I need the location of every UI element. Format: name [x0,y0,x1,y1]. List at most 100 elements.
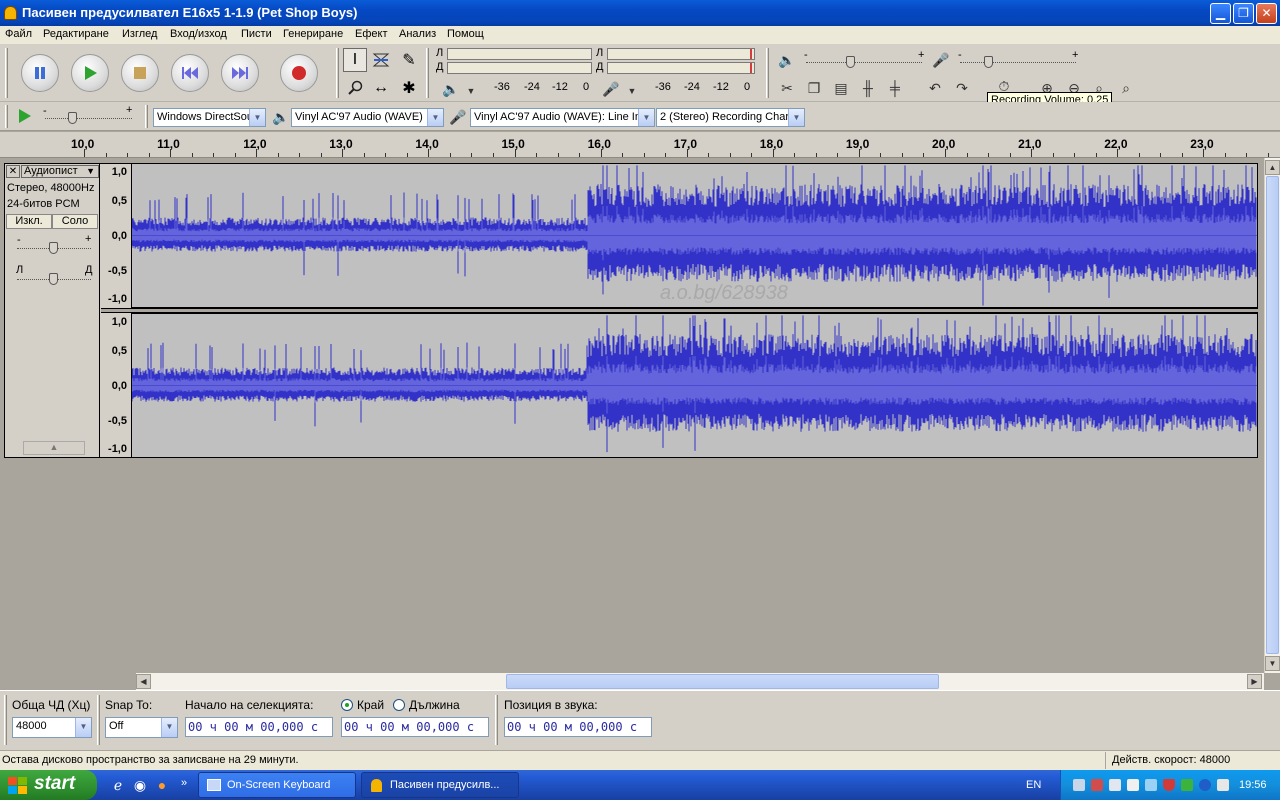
selection-tool-icon[interactable]: I [343,48,367,72]
microphone-meter-icon[interactable]: 🎤 [600,78,622,100]
track-menu-button[interactable]: Аудиопист ▼ [21,165,99,178]
collapse-track-icon[interactable]: ▲ [23,441,85,455]
horizontal-scrollbar[interactable]: ◀ ▶ [136,673,1264,690]
display-icon[interactable] [1109,779,1121,791]
shield-icon[interactable] [1163,779,1175,791]
rec-meter-left[interactable] [607,48,755,60]
minimize-button[interactable]: ▁ [1210,3,1231,24]
skip-end-button[interactable] [221,54,259,92]
scroll-right-icon[interactable]: ▶ [1247,674,1262,689]
rec-meter-dropdown-icon[interactable]: ▼ [621,80,643,102]
volume-tray-icon[interactable] [1145,779,1157,791]
meter-grip[interactable] [426,48,429,98]
stop-button[interactable] [121,54,159,92]
multi-tool-icon[interactable]: ✱ [397,76,421,100]
playback-volume-thumb[interactable] [846,56,855,68]
envelope-tool-icon[interactable] [369,48,393,72]
scroll-down-icon[interactable]: ▼ [1265,656,1280,671]
menu-generate[interactable]: Генериране [283,28,343,40]
play-at-speed-button[interactable] [13,105,35,127]
selection-end-time[interactable]: 00 ч 00 м 00,000 с [341,717,489,737]
timeline-ruler[interactable]: 10,0 11,0 12,0 13,0 14,0 15,0 16,0 17,0 18,0 19,0… [0,132,1280,158]
tools-grip[interactable] [336,48,339,98]
redo-icon[interactable]: ↷ [951,77,973,99]
bluetooth-icon[interactable] [1199,779,1211,791]
play-meter-right[interactable] [447,62,592,74]
output-device-select[interactable]: Vinyl AC'97 Audio (WAVE) ▼ [291,108,444,127]
selection-start-time[interactable]: 00 ч 00 м 00,000 с [185,717,333,737]
waveform-right-channel[interactable] [131,313,1258,458]
play-speed-slider[interactable] [45,118,132,119]
mute-button[interactable]: Изкл. [6,214,52,229]
timeshift-tool-icon[interactable]: ↔ [369,76,393,100]
zoom-tool-icon[interactable] [343,76,367,100]
menu-tracks[interactable]: Писти [241,28,272,40]
maximize-button[interactable]: ❐ [1233,3,1254,24]
snap-to-select[interactable]: Off ▼ [105,717,178,738]
cut-icon[interactable]: ✂ [776,77,798,99]
menu-view[interactable]: Изглед [122,28,157,40]
length-radio[interactable] [393,699,405,711]
taskbar-item-audacity[interactable]: Пасивен предусилв... [361,772,519,798]
skip-start-button[interactable] [171,54,209,92]
scroll-left-icon[interactable]: ◀ [136,674,151,689]
menu-edit[interactable]: Редактиране [43,28,109,40]
toolbar-grip[interactable] [5,48,8,98]
vertical-scrollbar[interactable]: ▲ ▼ [1264,158,1280,673]
play-button[interactable] [71,54,109,92]
recording-volume-thumb[interactable] [984,56,993,68]
scroll-up-icon[interactable]: ▲ [1265,160,1280,175]
network-icon[interactable] [1073,779,1085,791]
rec-meter-right-label: Д [596,61,604,73]
silence-icon[interactable]: ╪ [884,77,906,99]
pause-button[interactable] [21,54,59,92]
start-button[interactable]: start [0,770,97,800]
input-channels-select[interactable]: 2 (Stereo) Recording Char ▼ [656,108,805,127]
undo-icon[interactable]: ↶ [924,77,946,99]
end-radio[interactable] [341,699,353,711]
copy-icon[interactable]: ❐ [803,77,825,99]
ruler-minor-tick [213,153,215,157]
speaker-meter-icon[interactable]: 🔈 [440,78,462,100]
menu-help[interactable]: Помощ [447,28,484,40]
usb-icon[interactable] [1217,779,1229,791]
play-speed-thumb[interactable] [68,112,77,124]
menu-file[interactable]: Файл [5,28,32,40]
printer-icon[interactable] [1127,779,1139,791]
audio-position-time[interactable]: 00 ч 00 м 00,000 с [504,717,652,737]
rec-meter-right[interactable] [607,62,755,74]
input-device-select[interactable]: Vinyl AC'97 Audio (WAVE): Line In ▼ [470,108,655,127]
mixer-grip[interactable] [766,48,769,98]
close-button[interactable]: ✕ [1256,3,1277,24]
security-icon[interactable] [1181,779,1193,791]
fit-project-icon[interactable]: ⌕ [1115,77,1137,99]
firefox-icon[interactable]: ● [151,774,173,796]
internet-explorer-icon[interactable]: ℯ [107,774,129,796]
recording-volume-slider[interactable] [960,62,1076,63]
trim-icon[interactable]: ╫ [857,77,879,99]
track-pan-thumb[interactable] [49,273,58,285]
taskbar-item-osk[interactable]: On-Screen Keyboard [198,772,356,798]
paste-icon[interactable]: ▤ [830,77,852,99]
menu-analyze[interactable]: Анализ [399,28,436,40]
language-indicator[interactable]: EN [1026,779,1041,791]
ruler-minor-tick [665,153,667,157]
snap-to-value: Off [109,720,124,732]
solo-button[interactable]: Соло [52,214,98,229]
playback-volume-slider[interactable] [806,62,922,63]
play-meter-dropdown-icon[interactable]: ▼ [460,80,482,102]
track-gain-thumb[interactable] [49,242,58,254]
draw-tool-icon[interactable]: ✎ [397,48,421,72]
track-close-icon[interactable]: ✕ [6,165,20,178]
play-meter-left[interactable] [447,48,592,60]
menu-effect[interactable]: Ефект [355,28,387,40]
menu-io[interactable]: Вход/изход [170,28,227,40]
media-player-icon[interactable]: ◉ [129,774,151,796]
audio-host-select[interactable]: Windows DirectSou ▼ [153,108,266,127]
project-rate-select[interactable]: 48000 ▼ [12,717,92,738]
tray-app-icon[interactable] [1091,779,1103,791]
record-button[interactable] [280,54,318,92]
vertical-scroll-thumb[interactable] [1266,176,1279,654]
horizontal-scroll-thumb[interactable] [506,674,939,689]
quick-launch-more-icon[interactable]: » [173,772,195,794]
